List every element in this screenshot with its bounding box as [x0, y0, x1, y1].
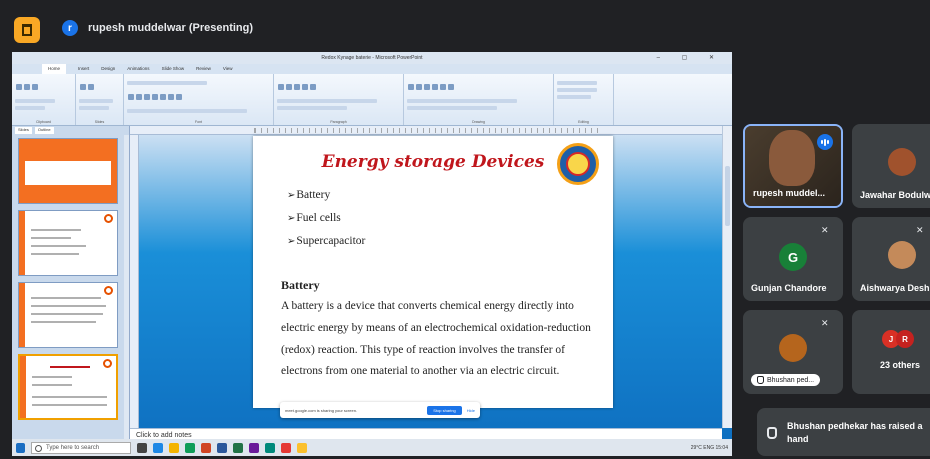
screen-share-bar: meet.google.com is sharing your screen. …: [280, 402, 480, 418]
pane-tab-slides[interactable]: Slides: [15, 127, 32, 134]
tab-animations[interactable]: Animations: [127, 64, 149, 74]
ribbon-tabs: Home Insert Design Animations Slide Show…: [12, 64, 732, 74]
task-view-icon[interactable]: [137, 442, 147, 453]
participant-tile[interactable]: ✕ Aishwarya Desh: [852, 217, 930, 301]
slide-thumbnail-3[interactable]: [18, 282, 118, 348]
participant-tile[interactable]: Jawahar Bodulw: [852, 124, 930, 208]
presenter-avatar: r: [62, 20, 78, 36]
vertical-ruler: [130, 135, 139, 428]
participant-avatar: G: [779, 243, 807, 271]
app-icon[interactable]: [249, 442, 259, 453]
share-bar-text: meet.google.com is sharing your screen.: [285, 407, 358, 413]
others-count: 23 others: [880, 360, 921, 370]
mic-off-icon: ✕: [821, 225, 829, 235]
horizontal-ruler: [130, 126, 722, 135]
bullet-item: Supercapacitor: [287, 230, 365, 253]
ribbon-group-label: Font: [194, 120, 202, 124]
participant-name: Jawahar Bodulw: [860, 190, 930, 200]
top-bar: r rupesh muddelwar (Presenting): [0, 0, 930, 52]
ppt-title-bar: Redox Kynage baterie - Microsoft PowerPo…: [12, 52, 732, 64]
raised-hand-icon: [767, 427, 777, 439]
participant-avatar: [779, 334, 807, 362]
tab-insert[interactable]: Insert: [78, 64, 89, 74]
ribbon-group-font: Font: [124, 74, 274, 125]
system-tray: 29°C ENG 15:04: [690, 444, 728, 451]
slide-thumbnail-2[interactable]: [18, 210, 118, 276]
hide-share-bar-button[interactable]: Hide: [467, 408, 475, 413]
ribbon-group-drawing: Drawing: [404, 74, 554, 125]
window-controls: – ▢ ✕: [656, 55, 724, 61]
ppt-window-title: Redox Kynage baterie - Microsoft PowerPo…: [321, 55, 423, 61]
bullet-item: Battery: [287, 184, 365, 207]
meeting-details-icon[interactable]: [14, 17, 40, 43]
raised-hand-pill: Bhushan ped...: [751, 374, 821, 386]
shared-screen: Redox Kynage baterie - Microsoft PowerPo…: [12, 52, 732, 456]
tab-design[interactable]: Design: [101, 64, 115, 74]
app-icon[interactable]: [265, 442, 275, 453]
tab-review[interactable]: Review: [196, 64, 211, 74]
powerpoint-icon[interactable]: [201, 442, 211, 453]
word-icon[interactable]: [217, 442, 227, 453]
pane-tab-outline[interactable]: Outline: [34, 127, 54, 134]
section-paragraph: A battery is a device that converts chem…: [281, 300, 591, 378]
slide-editor: Energy storage Devices Battery Fuel cell…: [130, 126, 732, 444]
file-explorer-icon[interactable]: [169, 442, 179, 453]
mic-off-icon: ✕: [916, 225, 924, 235]
college-logo: [557, 143, 599, 185]
taskbar-search[interactable]: Type here to search: [31, 441, 131, 454]
presenter-label: rupesh muddelwar (Presenting): [88, 22, 254, 34]
ribbon-group-label: Paragraph: [330, 120, 347, 124]
presenter-row: r rupesh muddelwar (Presenting): [62, 20, 253, 36]
participant-tile[interactable]: ✕ G Gunjan Chandore: [743, 217, 843, 301]
edge-icon[interactable]: [153, 442, 163, 453]
ppt-panes: Slides Outline Energy storage Devices ➢ …: [12, 126, 732, 444]
pane-tabs: Slides Outline: [12, 126, 129, 135]
meet-window: r rupesh muddelwar (Presenting) Redox Ky…: [0, 0, 930, 459]
section-heading: Battery: [281, 278, 320, 292]
participant-avatar: [888, 148, 916, 176]
others-tile[interactable]: J R 23 others: [852, 310, 930, 394]
slide-thumbnail-pane: Slides Outline: [12, 126, 130, 444]
tab-home[interactable]: Home: [42, 64, 67, 74]
ribbon-group-slides: Slides: [76, 74, 124, 125]
ribbon-group-label: Drawing: [472, 120, 485, 124]
app-icon[interactable]: [297, 442, 307, 453]
ribbon-group-paragraph: Paragraph: [274, 74, 404, 125]
participant-tile[interactable]: ✕ Bhushan ped...: [743, 310, 843, 394]
participant-tile[interactable]: rupesh muddel...: [743, 124, 843, 208]
ribbon-group-editing: Editing: [554, 74, 614, 125]
chrome-icon[interactable]: [185, 442, 195, 453]
participant-name: Aishwarya Desh: [860, 283, 930, 293]
ribbon-group-label: Editing: [578, 120, 589, 124]
hand-raised-notification[interactable]: Bhushan pedhekar has raised a hand: [757, 408, 930, 456]
windows-taskbar: Type here to search 29°C ENG 15:04: [12, 439, 732, 456]
raised-hand-icon: [757, 376, 764, 384]
excel-icon[interactable]: [233, 442, 243, 453]
participant-name: Gunjan Chandore: [751, 283, 827, 293]
tab-view[interactable]: View: [223, 64, 233, 74]
participant-name: Bhushan ped...: [767, 376, 815, 384]
editor-scrollbar[interactable]: [722, 126, 732, 428]
thumbnail-scrollbar[interactable]: [124, 135, 129, 444]
bullet-item: Fuel cells: [287, 207, 365, 230]
app-icon[interactable]: [281, 442, 291, 453]
mic-off-icon: ✕: [821, 318, 829, 328]
slide-thumbnail-4[interactable]: [18, 354, 118, 420]
ribbon: Clipboard Slides Font Paragraph Drawing …: [12, 74, 732, 126]
tab-slide-show[interactable]: Slide Show: [162, 64, 185, 74]
slide-thumbnail-1[interactable]: [18, 138, 118, 204]
ribbon-group-label: Slides: [94, 120, 105, 124]
stop-sharing-button[interactable]: Stop sharing: [427, 405, 462, 415]
participant-avatar: R: [896, 330, 914, 348]
speaking-indicator-icon: [817, 134, 833, 150]
ribbon-group-label: Clipboard: [36, 120, 51, 124]
participant-avatar: [888, 241, 916, 269]
notification-text: Bhushan pedhekar has raised a hand: [787, 421, 923, 444]
current-slide: Energy storage Devices Battery Fuel cell…: [253, 136, 613, 408]
slide-bullet-list: Battery Fuel cells Supercapacitor: [287, 184, 365, 253]
participant-name: rupesh muddel...: [753, 188, 826, 198]
windows-start-icon[interactable]: [16, 442, 25, 453]
ribbon-group-clipboard: Clipboard: [12, 74, 76, 125]
